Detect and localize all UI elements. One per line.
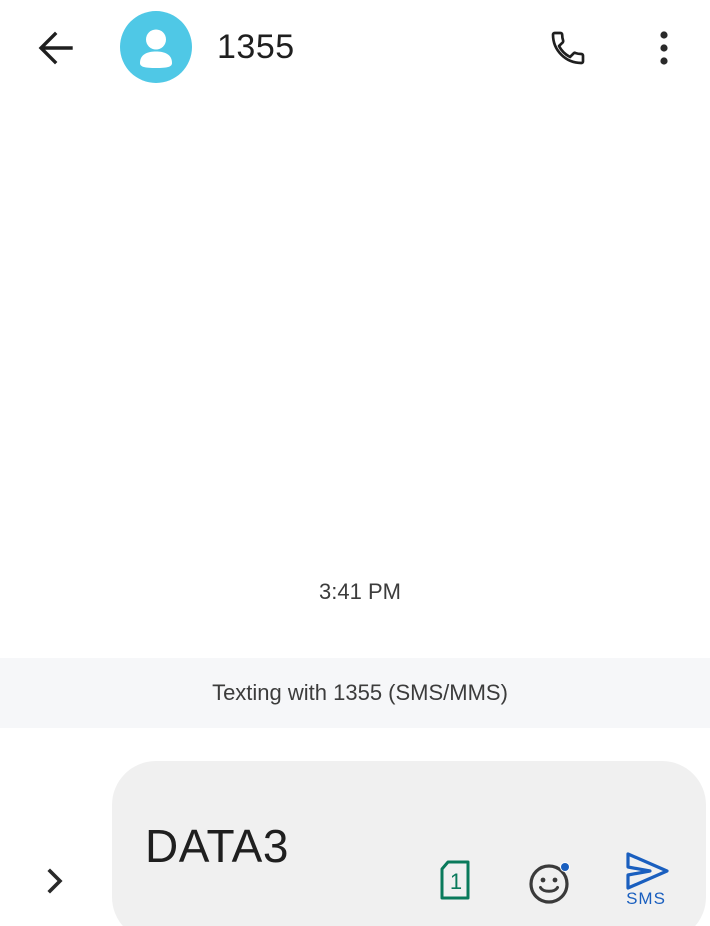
send-icon [626,852,669,890]
texting-with-label: Texting with 1355 (SMS/MMS) [212,680,508,705]
emoji-button[interactable] [526,857,576,907]
message-input[interactable]: DATA3 [145,819,289,873]
expand-attachments-button[interactable] [32,858,78,904]
send-mode-label: SMS [626,889,666,908]
call-button[interactable] [540,20,596,76]
contact-name[interactable]: 1355 [217,26,295,68]
person-icon [140,29,172,68]
sim-card-icon: 1 [440,860,470,900]
arrow-back-icon [38,31,73,65]
contact-avatar[interactable] [120,11,192,83]
sim-number: 1 [450,869,462,894]
messages-screen: 1355 3:41 PM Texting with 1355 (SMS/MMS)… [0,0,710,926]
send-button[interactable]: SMS [614,851,678,913]
phone-icon [551,31,585,65]
more-options-button[interactable] [640,20,688,76]
back-button[interactable] [28,22,84,74]
conversation-header: 1355 [0,0,710,96]
sms-info-banner: Texting with 1355 (SMS/MMS) [0,658,710,728]
message-timestamp: 3:41 PM [319,579,401,604]
compose-box: DATA3 1 SMS [112,761,706,926]
chevron-right-icon [47,868,63,894]
more-vert-icon [660,31,668,65]
emoji-icon [529,862,570,904]
sim-selector-button[interactable]: 1 [434,857,476,903]
